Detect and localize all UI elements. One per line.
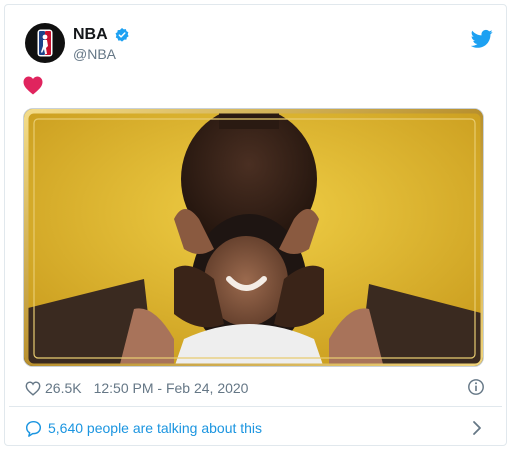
like-button[interactable]: 26.5K	[25, 380, 82, 396]
timestamp[interactable]: 12:50 PM - Feb 24, 2020	[94, 380, 249, 396]
tweet-header: NBA @NBA	[25, 23, 495, 65]
heart-outline-icon	[25, 380, 41, 396]
verified-badge-icon	[115, 28, 129, 42]
tweet-card[interactable]: NBA @NBA 26.5K 12:50 PM - Feb 24, 2020 5…	[4, 4, 507, 446]
tweet-meta: 26.5K 12:50 PM - Feb 24, 2020	[25, 378, 487, 398]
red-heart-icon	[23, 76, 43, 95]
reply-bubble-icon	[25, 420, 42, 437]
info-icon[interactable]	[467, 378, 485, 396]
display-name[interactable]: NBA	[73, 26, 108, 44]
tweet-photo[interactable]	[23, 108, 484, 367]
conversation-link[interactable]: 5,640 people are talking about this	[25, 418, 487, 438]
divider	[9, 406, 502, 407]
avatar[interactable]	[25, 23, 65, 63]
father-kissing-child-photo	[24, 109, 483, 366]
conversation-link-label: 5,640 people are talking about this	[48, 420, 263, 436]
chevron-right-icon[interactable]	[471, 420, 483, 436]
handle[interactable]: @NBA	[73, 46, 130, 62]
twitter-bird-icon[interactable]	[471, 29, 493, 49]
nba-logo-icon	[37, 29, 53, 57]
like-count: 26.5K	[45, 380, 82, 396]
